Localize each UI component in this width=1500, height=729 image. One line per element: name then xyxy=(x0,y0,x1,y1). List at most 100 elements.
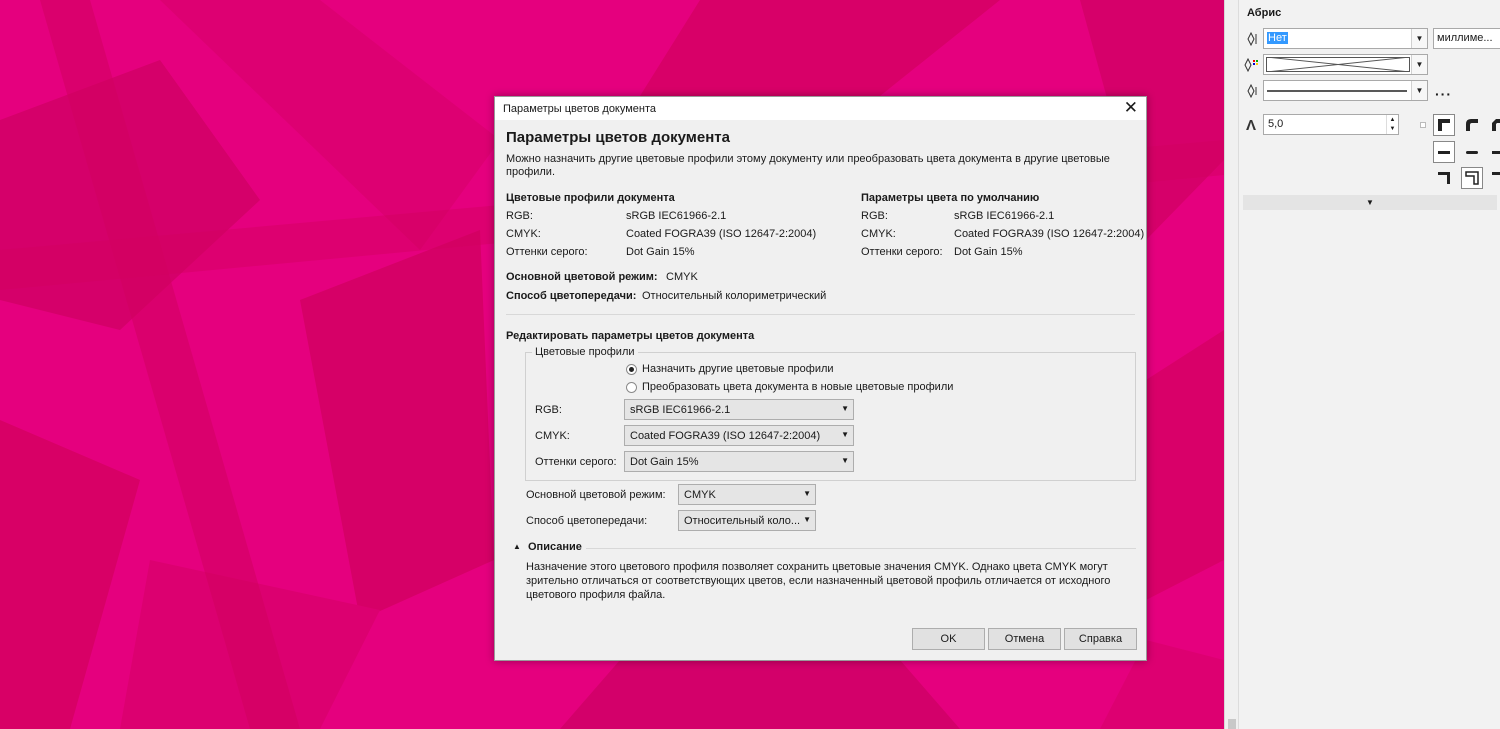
center-position-button[interactable] xyxy=(1461,167,1483,189)
chevron-down-icon[interactable]: ▼ xyxy=(841,456,849,465)
rgb-profile-value: sRGB IEC61966-2.1 xyxy=(630,404,731,416)
assign-profiles-radio[interactable] xyxy=(626,364,637,375)
dialog-intro: Можно назначить другие цветовые профили … xyxy=(506,153,1110,165)
default-cmyk-label: CMYK: xyxy=(861,228,896,240)
chevron-down-icon[interactable]: ▼ xyxy=(1411,55,1427,74)
edit-mode-label: Основной цветовой режим: xyxy=(526,489,666,501)
outline-color-combo[interactable]: ▼ xyxy=(1263,54,1428,75)
outline-docker: Абрис Нет ▼ миллиме... ▼ ▼ ··· Λ 5,0 ▲▼ xyxy=(1238,0,1500,729)
gray-profile-dropdown[interactable]: Dot Gain 15% ▼ xyxy=(624,451,854,472)
dialog-heading: Параметры цветов документа xyxy=(506,129,730,146)
miter-corner-icon xyxy=(1438,119,1450,131)
solid-line-preview xyxy=(1267,90,1407,92)
description-line-1: Назначение этого цветового профиля позво… xyxy=(526,561,1108,573)
description-line-3: цветового профиля файла. xyxy=(526,589,666,601)
ok-button[interactable]: OK xyxy=(912,628,985,650)
outline-width-value[interactable]: Нет xyxy=(1267,32,1288,44)
rendering-intent-dropdown[interactable]: Относительный коло... ▼ xyxy=(678,510,816,531)
section-divider xyxy=(506,314,1135,315)
cmyk-profile-value: Coated FOGRA39 (ISO 12647-2:2004) xyxy=(630,430,821,442)
more-line-styles-icon[interactable]: ··· xyxy=(1435,86,1452,102)
doc-profiles-heading: Цветовые профили документа xyxy=(506,192,675,204)
dialog-titlebar[interactable]: Параметры цветов документа ✕ xyxy=(495,97,1146,120)
collapse-description-icon[interactable]: ▲ xyxy=(513,542,521,551)
chevron-down-icon[interactable]: ▼ xyxy=(1366,198,1374,207)
color-profiles-group-label: Цветовые профили xyxy=(532,346,638,358)
convert-colors-label[interactable]: Преобразовать цвета документа в новые цв… xyxy=(642,381,953,393)
default-rgb-label: RGB: xyxy=(861,210,888,222)
chevron-down-icon[interactable]: ▼ xyxy=(1411,29,1427,48)
primary-mode-value: CMYK xyxy=(666,271,698,283)
miter-limit-icon: Λ xyxy=(1245,116,1256,134)
canvas-vertical-scrollbar[interactable] xyxy=(1224,0,1238,729)
doc-rgb-value: sRGB IEC61966-2.1 xyxy=(626,210,727,222)
rgb-profile-dropdown[interactable]: sRGB IEC61966-2.1 ▼ xyxy=(624,399,854,420)
square-cap-icon xyxy=(1492,151,1500,154)
doc-rgb-label: RGB: xyxy=(506,210,533,222)
close-icon[interactable]: ✕ xyxy=(1124,99,1138,117)
chevron-down-icon[interactable]: ▼ xyxy=(803,515,811,524)
convert-colors-radio[interactable] xyxy=(626,382,637,393)
outside-position-icon xyxy=(1438,172,1450,184)
edit-heading: Редактировать параметры цветов документа xyxy=(506,330,755,342)
units-combo[interactable]: миллиме... xyxy=(1433,28,1500,49)
spin-down-icon[interactable]: ▼ xyxy=(1387,125,1398,135)
lock-checkbox[interactable] xyxy=(1420,122,1426,128)
square-cap-button[interactable] xyxy=(1487,141,1500,163)
chevron-down-icon[interactable]: ▼ xyxy=(841,430,849,439)
rendering-label: Способ цветопередачи: xyxy=(506,290,637,302)
miter-limit-value[interactable]: 5,0 xyxy=(1268,118,1283,130)
edit-cmyk-label: CMYK: xyxy=(535,430,570,442)
default-settings-heading: Параметры цвета по умолчанию xyxy=(861,192,1040,204)
color-mode-dropdown[interactable]: CMYK ▼ xyxy=(678,484,816,505)
default-cmyk-value: Coated FOGRA39 (ISO 12647-2:2004) xyxy=(954,228,1145,240)
butt-cap-button[interactable] xyxy=(1433,141,1455,163)
description-divider xyxy=(586,548,1136,549)
cancel-button[interactable]: Отмена xyxy=(988,628,1061,650)
default-gray-value: Dot Gain 15% xyxy=(954,246,1023,258)
default-rgb-value: sRGB IEC61966-2.1 xyxy=(954,210,1055,222)
no-color-swatch-icon xyxy=(1266,57,1410,72)
doc-cmyk-value: Coated FOGRA39 (ISO 12647-2:2004) xyxy=(626,228,817,240)
rendering-intent-value: Относительный коло... xyxy=(684,515,801,527)
doc-gray-label: Оттенки серого: xyxy=(506,246,588,258)
round-cap-button[interactable] xyxy=(1461,141,1483,163)
pen-color-icon xyxy=(1243,57,1259,73)
spin-up-icon[interactable]: ▲ xyxy=(1387,115,1398,125)
units-value[interactable]: миллиме... xyxy=(1437,32,1493,44)
chevron-down-icon[interactable]: ▼ xyxy=(803,489,811,498)
gray-profile-value: Dot Gain 15% xyxy=(630,456,699,468)
docker-title: Абрис xyxy=(1247,7,1282,19)
miter-corner-button[interactable] xyxy=(1433,114,1455,136)
dialog-window-title: Параметры цветов документа xyxy=(503,103,657,115)
docker-expand-button[interactable]: ▼ xyxy=(1243,195,1497,210)
miter-limit-spinner[interactable]: 5,0 ▲ ▼ xyxy=(1263,114,1399,135)
chevron-down-icon[interactable]: ▼ xyxy=(1411,81,1427,100)
scrollbar-thumb[interactable] xyxy=(1228,719,1236,729)
description-line-2: зрительно отличаться от соответствующих … xyxy=(526,575,1111,587)
primary-mode-label: Основной цветовой режим: xyxy=(506,271,658,283)
line-style-icon xyxy=(1243,83,1259,99)
bevel-corner-icon xyxy=(1492,119,1500,131)
outline-width-combo[interactable]: Нет ▼ xyxy=(1263,28,1428,49)
description-heading[interactable]: Описание xyxy=(528,541,582,553)
doc-cmyk-label: CMYK: xyxy=(506,228,541,240)
center-position-icon xyxy=(1465,171,1479,185)
round-corner-button[interactable] xyxy=(1461,114,1483,136)
line-style-combo[interactable]: ▼ xyxy=(1263,80,1428,101)
color-mode-value: CMYK xyxy=(684,489,716,501)
bevel-corner-button[interactable] xyxy=(1487,114,1500,136)
outside-position-button[interactable] xyxy=(1433,167,1455,189)
assign-profiles-label[interactable]: Назначить другие цветовые профили xyxy=(642,363,834,375)
pen-width-icon xyxy=(1243,31,1259,47)
document-color-settings-dialog: Параметры цветов документа ✕ Параметры ц… xyxy=(494,96,1147,661)
cmyk-profile-dropdown[interactable]: Coated FOGRA39 (ISO 12647-2:2004) ▼ xyxy=(624,425,854,446)
butt-cap-icon xyxy=(1438,151,1450,154)
round-corner-icon xyxy=(1466,119,1478,131)
doc-gray-value: Dot Gain 15% xyxy=(626,246,695,258)
edit-gray-label: Оттенки серого: xyxy=(535,456,617,468)
help-button[interactable]: Справка xyxy=(1064,628,1137,650)
inside-position-button[interactable] xyxy=(1487,167,1500,189)
chevron-down-icon[interactable]: ▼ xyxy=(841,404,849,413)
default-gray-label: Оттенки серого: xyxy=(861,246,943,258)
